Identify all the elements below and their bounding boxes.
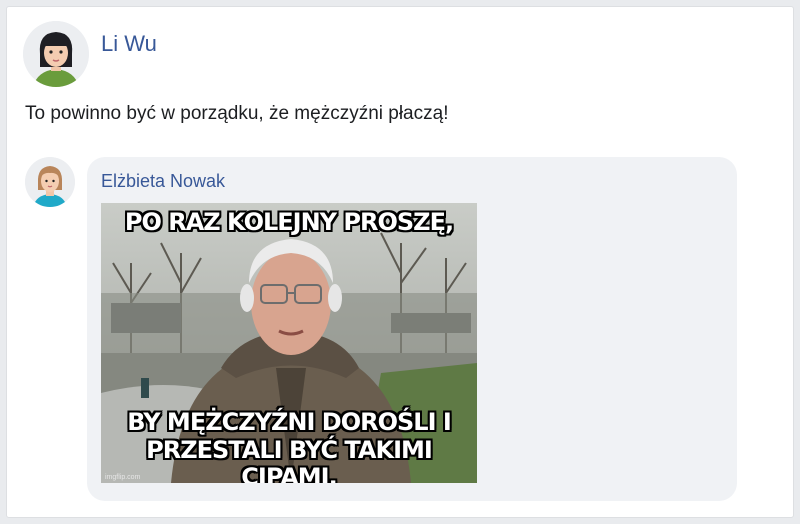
post-header: Li Wu <box>23 21 157 87</box>
commenter-name-link[interactable]: Elżbieta Nowak <box>101 171 225 192</box>
comment-bubble: Elżbieta Nowak PO RAZ KOLEJNY PROSZĘ, BY… <box>87 157 737 501</box>
author-name-link[interactable]: Li Wu <box>101 31 157 57</box>
meme-image[interactable]: PO RAZ KOLEJNY PROSZĘ, BY MĘŻCZYŹNI DORO… <box>101 203 477 483</box>
meme-top-caption: PO RAZ KOLEJNY PROSZĘ, <box>124 208 454 236</box>
woman-avatar-icon <box>25 157 75 207</box>
meme-bottom-line-2: PRZESTALI BYĆ TAKIMI CIPAMI. <box>146 435 433 483</box>
woman-avatar-icon <box>23 21 89 87</box>
post-text: To powinno być w porządku, że mężczyźni … <box>25 103 449 124</box>
meme-watermark: imgflip.com <box>105 474 141 481</box>
commenter-avatar[interactable] <box>25 157 75 207</box>
comment: Elżbieta Nowak PO RAZ KOLEJNY PROSZĘ, BY… <box>25 157 737 501</box>
meme-bottom-line-1: BY MĘŻCZYŹNI DOROŚLI I <box>127 408 452 436</box>
author-avatar[interactable] <box>23 21 89 87</box>
post-card: Li Wu To powinno być w porządku, że mężc… <box>6 6 794 518</box>
meme-bottom-caption: BY MĘŻCZYŹNI DOROŚLI I PRZESTALI BYĆ TAK… <box>101 408 477 483</box>
